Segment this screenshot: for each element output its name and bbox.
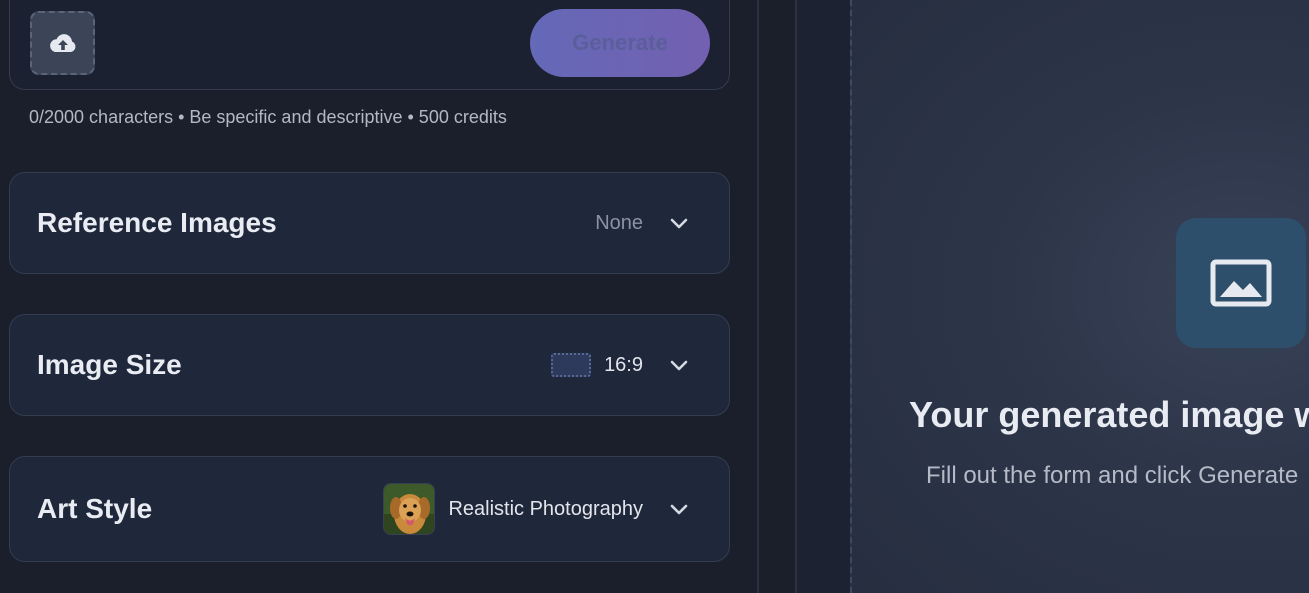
image-size-value: 16:9: [604, 353, 643, 376]
section-right-image-size: 16:9: [551, 353, 691, 377]
preview-placeholder-tile: [1176, 218, 1306, 348]
aspect-ratio-swatch-icon: [551, 353, 592, 377]
art-style-section[interactable]: Art Style Realistic Photography: [9, 456, 730, 562]
preview-canvas: Your generated image w Fill out the form…: [850, 0, 1309, 593]
prompt-input-box[interactable]: Generate: [9, 0, 730, 90]
section-title-reference-images: Reference Images: [37, 207, 277, 238]
reference-images-value: None: [595, 211, 643, 234]
image-icon: [1210, 259, 1272, 307]
section-right-art-style: Realistic Photography: [383, 483, 691, 535]
preview-panel: Your generated image w Fill out the form…: [797, 0, 1309, 593]
art-style-value: Realistic Photography: [448, 497, 643, 520]
reference-images-section[interactable]: Reference Images None: [9, 172, 730, 274]
upload-button[interactable]: [30, 11, 95, 75]
preview-heading: Your generated image w: [909, 394, 1309, 435]
cloud-upload-icon: [49, 34, 75, 52]
app-root: Generate 0/2000 characters • Be specific…: [0, 0, 1309, 593]
chevron-down-icon[interactable]: [667, 211, 691, 235]
panel-divider: [757, 0, 797, 593]
preview-subtext: Fill out the form and click Generate: [926, 462, 1299, 489]
section-right-reference-images: None: [595, 211, 691, 235]
generate-button[interactable]: Generate: [530, 9, 710, 77]
chevron-down-icon[interactable]: [667, 353, 691, 377]
prompt-helper-text: 0/2000 characters • Be specific and desc…: [29, 107, 507, 127]
chevron-down-icon[interactable]: [667, 497, 691, 521]
image-size-section[interactable]: Image Size 16:9: [9, 314, 730, 416]
section-title-image-size: Image Size: [37, 349, 182, 380]
generator-form-panel: Generate 0/2000 characters • Be specific…: [0, 0, 757, 593]
art-style-thumbnail: [383, 483, 436, 535]
section-title-art-style: Art Style: [37, 493, 153, 524]
